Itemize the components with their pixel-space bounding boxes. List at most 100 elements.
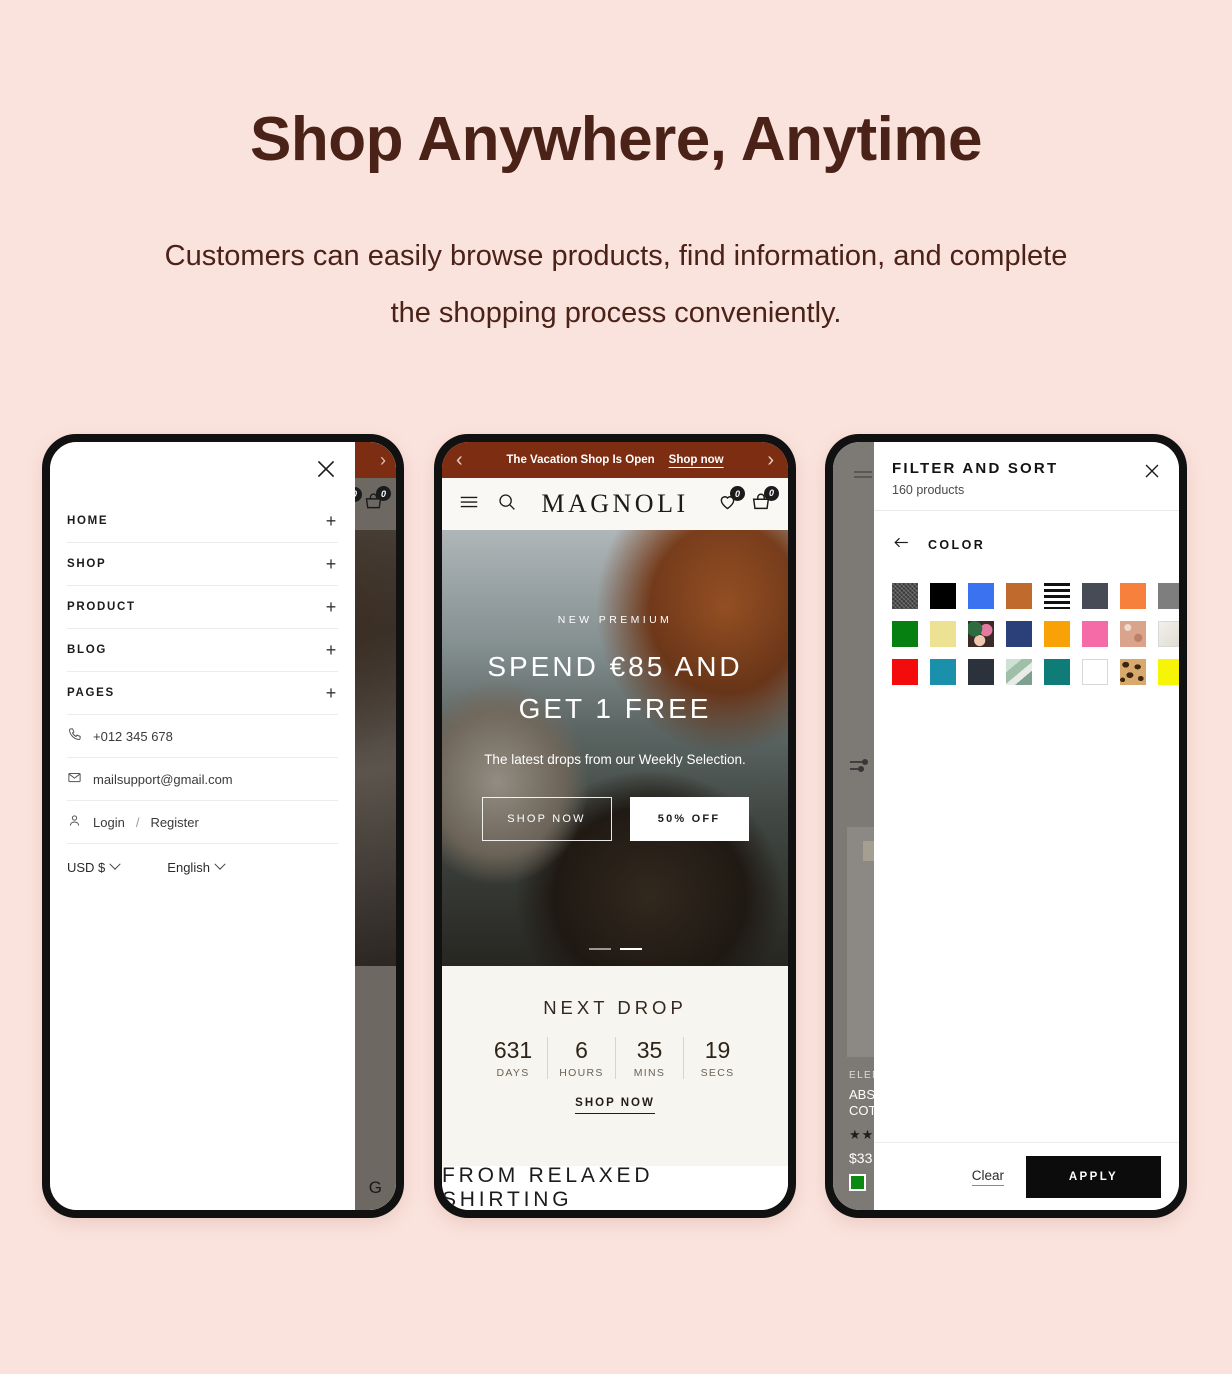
currency-selector[interactable]: USD $ [67,858,121,875]
hero-banner: NEW PREMIUM SPEND €85 AND GET 1 FREE The… [442,530,788,966]
color-swatch-yellow[interactable] [1158,659,1179,685]
hero-subtitle: The latest drops from our Weekly Selecti… [484,752,746,767]
carousel-indicators [442,948,788,950]
plus-icon[interactable]: + [326,554,338,575]
arrow-left-icon[interactable] [892,533,911,557]
page-subtitle: Customers can easily browse products, fi… [86,228,1146,341]
chevron-down-icon [214,858,226,870]
plus-icon[interactable]: + [326,511,338,532]
countdown-value: 6 [575,1037,588,1063]
apply-button[interactable]: APPLY [1026,1155,1161,1198]
color-swatch-rust[interactable] [1006,583,1032,609]
countdown-days: 631 DAYS [479,1037,547,1079]
filter-panel-body: COLOR [874,511,1179,1142]
color-swatch-leopard-print[interactable] [1120,659,1146,685]
color-swatch-blue[interactable] [968,583,994,609]
next-drop-title: NEXT DROP [543,997,687,1018]
plus-icon[interactable]: + [326,640,338,661]
countdown-value: 35 [636,1037,663,1063]
menu-item-label: SHOP [67,558,107,570]
phone-mockup-menu: ‹ › 0 0 G [42,434,404,1218]
search-icon[interactable] [496,491,517,517]
locale-selectors: USD $ English [67,844,338,890]
envelope-icon [67,770,82,788]
color-swatch-off-white[interactable] [1158,621,1179,647]
countdown-timer: 631 DAYS 6 HOURS 35 MINS 19 SECS [479,1037,751,1079]
color-swatch-stripe[interactable] [1044,583,1070,609]
contact-phone-value: +012 345 678 [93,728,173,744]
menu-item-shop[interactable]: SHOP + [67,543,338,586]
page-subtitle-line-2: the shopping process conveniently. [390,296,842,329]
color-swatch-black[interactable] [930,583,956,609]
color-swatch-green[interactable] [892,621,918,647]
promo-page: Shop Anywhere, Anytime Customers can eas… [0,0,1232,1374]
cart-count-badge: 0 [764,485,779,501]
wishlist-icon[interactable]: 0 [717,486,745,517]
menu-item-label: HOME [67,515,109,527]
color-swatch-teal-blue[interactable] [930,659,956,685]
cart-icon[interactable]: 0 [750,485,779,518]
filter-panel-header: FILTER AND SORT 160 products [874,442,1179,511]
announcement-cta-link[interactable]: Shop now [669,454,724,466]
next-drop-shop-now-link[interactable]: SHOP NOW [575,1097,655,1114]
discount-button[interactable]: 50% OFF [629,797,749,841]
color-swatch-deep-teal[interactable] [1044,659,1070,685]
login-link[interactable]: Login [93,815,125,830]
countdown-label: DAYS [496,1067,530,1079]
chevron-down-icon [109,858,121,870]
register-link[interactable]: Register [150,815,198,830]
color-swatch-slate[interactable] [1082,583,1108,609]
contact-email[interactable]: mailsupport@gmail.com [67,758,338,801]
color-swatch-charcoal-heather[interactable] [892,583,918,609]
menu-item-blog[interactable]: BLOG + [67,629,338,672]
plus-icon[interactable]: + [326,683,338,704]
hamburger-menu-icon[interactable] [458,491,480,518]
announcement-next-icon[interactable]: › [767,449,774,472]
contact-phone[interactable]: +012 345 678 [67,715,338,758]
countdown-label: HOURS [559,1067,604,1079]
currency-value: USD $ [67,859,106,875]
color-swatch-white[interactable] [1082,659,1108,685]
color-swatch-navy[interactable] [1006,621,1032,647]
hero-title: SPEND €85 AND GET 1 FREE [487,651,743,724]
menu-item-product[interactable]: PRODUCT + [67,586,338,629]
color-swatch-red[interactable] [892,659,918,685]
announcement-prev-icon[interactable]: ‹ [456,449,463,472]
color-swatch-dark-navy[interactable] [968,659,994,685]
color-swatch-pale-yellow[interactable] [930,621,956,647]
menu-item-label: PAGES [67,687,115,699]
phone1-marquee-fragment: G [368,1178,384,1197]
carousel-dot-2[interactable] [619,948,642,950]
color-swatch-floral-print[interactable] [968,621,994,647]
color-swatch-watercolor-print[interactable] [1006,659,1032,685]
close-icon[interactable] [1141,460,1163,487]
color-swatch-amber[interactable] [1044,621,1070,647]
countdown-mins: 35 MINS [615,1037,683,1079]
color-swatch-rose-gold[interactable] [1120,621,1146,647]
next-drop-section: NEXT DROP 631 DAYS 6 HOURS 35 MINS 19 SE… [442,966,788,1166]
phone1-cart-icon: 0 [363,486,391,517]
countdown-value: 19 [704,1037,731,1063]
language-selector[interactable]: English [167,858,226,875]
phone-mockup-storefront: ‹ The Vacation Shop Is Open Shop now › M… [434,434,796,1218]
navbar-left-actions [458,491,517,518]
phone1-cart-count: 0 [376,486,391,501]
menu-item-pages[interactable]: PAGES + [67,672,338,715]
countdown-value: 631 [493,1037,533,1063]
shop-now-button[interactable]: SHOP NOW [481,797,612,841]
phone2-screen: ‹ The Vacation Shop Is Open Shop now › M… [442,442,788,1210]
account-links[interactable]: Login / Register [67,801,338,844]
carousel-dot-1[interactable] [588,948,611,950]
color-swatch-orange[interactable] [1120,583,1146,609]
menu-item-label: PRODUCT [67,601,136,613]
clear-button[interactable]: Clear [971,1168,1004,1186]
plus-icon[interactable]: + [326,597,338,618]
phone-mockup-filter: ELEN ABS COT ★★ $33 FILTER AND SORT 160 … [825,434,1187,1218]
color-swatch-grey[interactable] [1158,583,1179,609]
color-swatch-pink[interactable] [1082,621,1108,647]
filter-panel-title: FILTER AND SORT [892,460,1059,477]
menu-item-home[interactable]: HOME + [67,500,338,543]
close-icon[interactable] [313,456,339,482]
filter-panel-footer: Clear APPLY [874,1142,1179,1210]
countdown-secs: 19 SECS [683,1037,751,1079]
